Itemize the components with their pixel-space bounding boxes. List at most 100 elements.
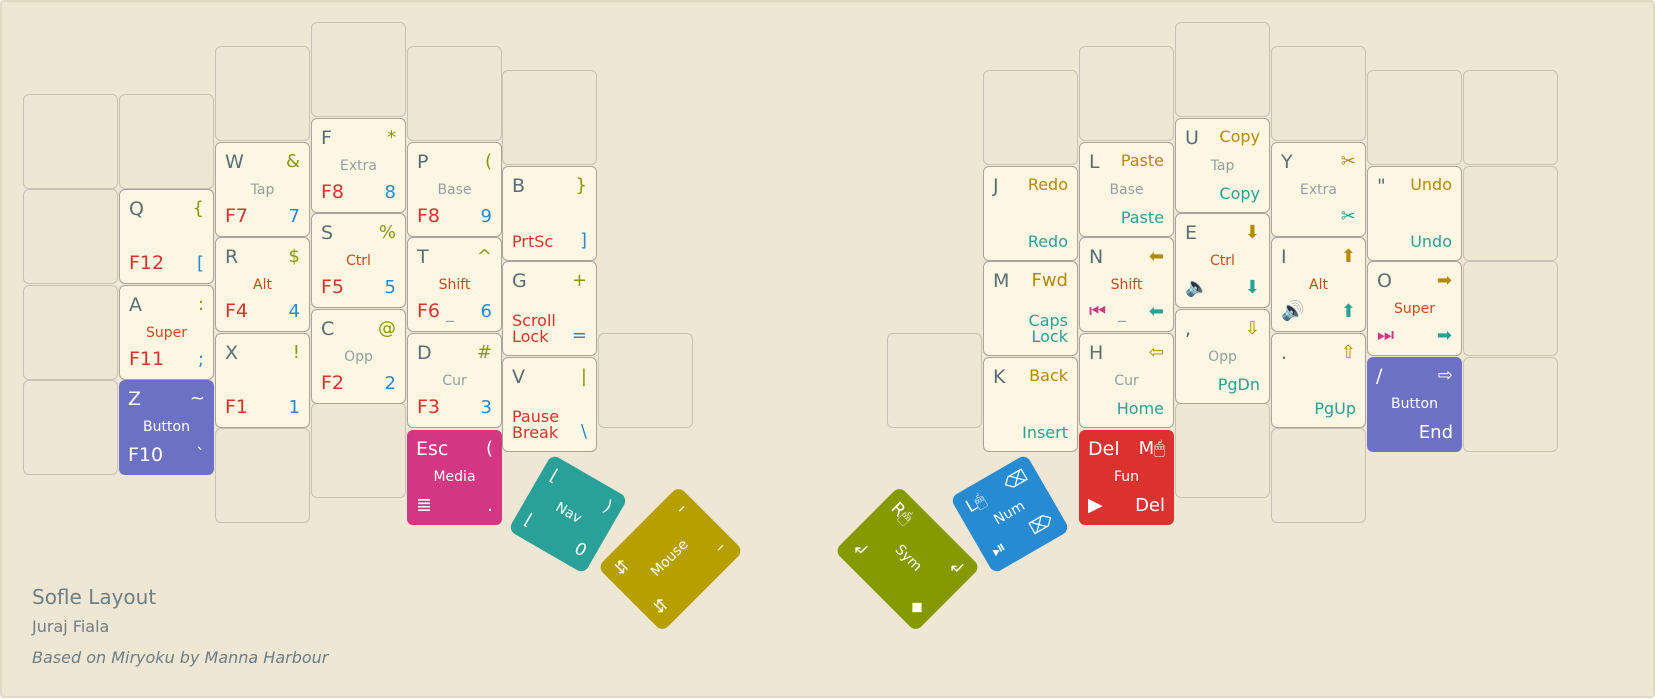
key-p-tl: P <box>417 151 429 173</box>
key-r-tr: $ <box>288 246 300 267</box>
thumb-num-tr: ⌫ <box>1000 465 1032 496</box>
key-del-br: Del <box>1135 495 1165 516</box>
thumb-mouse-tl: ⇵ <box>609 555 634 580</box>
key-s-tl: S <box>321 222 334 244</box>
key-quote: " Undo Undo <box>1367 166 1462 261</box>
key-s: S% Ctrl F5 5 <box>311 213 406 308</box>
key-d-tr: # <box>476 342 492 363</box>
key-r: R $ Alt F4 4 <box>215 237 310 332</box>
key-z-br: ` <box>196 445 205 466</box>
empty-key <box>1463 166 1558 261</box>
key-g-br: = <box>571 325 587 346</box>
key-g-tr: + <box>571 270 587 291</box>
key-j-tl: J <box>993 175 999 197</box>
key-del-mid: Fun <box>1113 469 1140 485</box>
key-g-tl: G <box>512 270 527 292</box>
key-o-bl: ⏭ <box>1377 324 1395 346</box>
key-d-bl: F3 <box>417 396 441 418</box>
key-u-tl: U <box>1185 127 1199 149</box>
key-h-br: Home <box>1116 399 1164 418</box>
empty-key <box>1271 428 1366 523</box>
key-j-br: Redo <box>1027 232 1068 251</box>
thumb-nav-tr: ) <box>599 496 616 518</box>
empty-key <box>1079 46 1174 141</box>
key-q-bl: F12 <box>129 252 165 274</box>
empty-key <box>1463 357 1558 452</box>
key-i-mid: Alt <box>1309 277 1328 293</box>
key-v-br: \ <box>580 421 587 442</box>
key-o: O ➡ Super ⏭ ➡ <box>1367 261 1462 356</box>
title-block: Sofle Layout Juraj Fiala Based on Miryok… <box>32 585 328 667</box>
key-c-bl: F2 <box>321 372 345 394</box>
key-h-tl: H <box>1089 342 1104 364</box>
key-a-tr: : <box>197 294 204 315</box>
key-v-tr: | <box>580 366 587 387</box>
empty-key <box>407 46 502 141</box>
key-t-mid: Shift <box>438 277 471 293</box>
key-t: T ^ Shift F6 _ 6 <box>407 237 502 332</box>
thumb-sym-tr: ↲ <box>943 555 968 580</box>
key-esc-bl: ≣ <box>416 494 432 516</box>
key-z-tl: Z <box>128 388 142 410</box>
key-slash-br: End <box>1418 422 1453 443</box>
key-h-mid: Cur <box>1114 373 1139 389</box>
empty-key <box>23 94 118 189</box>
key-comma-tl: , <box>1185 318 1192 340</box>
key-p-mid: Base <box>437 182 472 198</box>
thumb-nav-name: Nav <box>552 499 585 527</box>
key-r-tl: R <box>225 246 239 268</box>
key-slash: / ⇨ Button End <box>1367 357 1462 452</box>
key-l-tl: L <box>1089 151 1100 173</box>
key-e: E ⬇ Ctrl 🔈 ⬇ <box>1175 213 1270 308</box>
key-n-tl: N <box>1089 246 1104 268</box>
key-c-tl: C <box>321 318 335 340</box>
key-o-mid: Super <box>1393 301 1435 317</box>
thumb-num-br: ⌦ <box>1026 509 1057 540</box>
key-t-br: 6 <box>480 301 492 322</box>
key-w-bl: F7 <box>225 205 249 227</box>
key-p-br: 9 <box>480 206 492 227</box>
key-del-tr: M🖱 <box>1138 438 1165 459</box>
key-c-mid: Opp <box>344 349 373 365</box>
key-u-mid: Tap <box>1210 158 1235 174</box>
key-del-bl: ▶ <box>1088 494 1103 516</box>
key-n-mid: Shift <box>1110 277 1143 293</box>
key-f-bl: F8 <box>321 181 345 203</box>
thumb-sym-name: Sym <box>891 541 925 575</box>
key-e-bl: 🔈 <box>1185 276 1209 298</box>
key-q: Q {F12 [ <box>119 189 214 284</box>
key-i-bl: 🔊 <box>1281 300 1305 322</box>
key-g: G + Scroll Lock = <box>502 261 597 356</box>
key-y-tr: ✂ <box>1340 151 1356 172</box>
empty-key <box>887 333 982 428</box>
key-q-br: [ <box>196 253 204 274</box>
key-x: X! F1 1 <box>215 333 310 428</box>
key-c-br: 2 <box>384 373 396 394</box>
keyboard-layout-diagram: Q{F12[W & Tap F7 7 F * Extra F8 8 P(Base F8 9 B} PrtSc… <box>0 0 1655 698</box>
thumb-mouse-bl: ⇵ <box>648 594 673 619</box>
empty-key <box>1271 46 1366 141</box>
empty-key <box>23 285 118 380</box>
thumb-num-bl: ⏯ <box>988 537 1010 562</box>
empty-key <box>215 428 310 523</box>
key-y-tl: Y <box>1281 151 1293 173</box>
empty-key <box>598 333 693 428</box>
key-j-tr: Redo <box>1027 175 1068 194</box>
empty-key <box>119 94 214 189</box>
key-f-mid: Extra <box>340 158 377 174</box>
key-z-tr: ~ <box>189 388 205 409</box>
key-esc-mid: Media <box>433 469 476 485</box>
key-dot-tl: . <box>1281 342 1288 364</box>
key-w-mid: Tap <box>250 182 275 198</box>
key-b-bl: PrtSc <box>512 232 554 251</box>
empty-key <box>1463 70 1558 165</box>
key-n-br: ⬅ <box>1148 301 1164 322</box>
empty-key <box>502 70 597 165</box>
key-slash-tl: / <box>1376 365 1383 387</box>
key-t-bm: _ <box>446 303 454 322</box>
key-m-tl: M <box>993 270 1010 292</box>
thumb-sym-bl: ↲ <box>847 537 872 562</box>
key-b-tl: B <box>512 175 526 197</box>
key-i-tl: I <box>1281 246 1287 268</box>
key-o-br: ➡ <box>1436 325 1452 346</box>
